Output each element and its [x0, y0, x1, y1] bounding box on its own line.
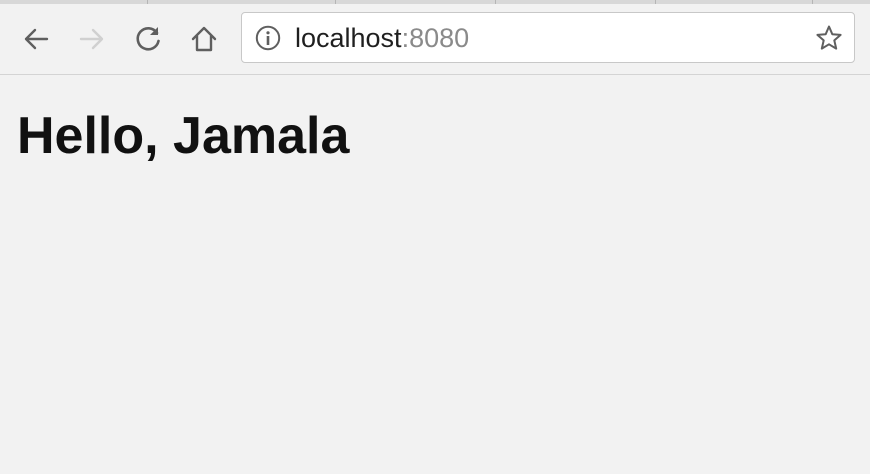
address-bar[interactable]: localhost:8080: [241, 12, 855, 63]
home-button[interactable]: [186, 21, 222, 57]
reload-button[interactable]: [130, 21, 166, 57]
browser-toolbar: localhost:8080: [0, 4, 870, 75]
page-heading: Hello, Jamala: [17, 107, 350, 165]
url-host: localhost: [295, 23, 402, 53]
home-icon: [191, 26, 217, 52]
page-content: Hello, Jamala: [0, 75, 870, 474]
site-info-icon[interactable]: [255, 25, 281, 51]
bookmark-button[interactable]: [814, 23, 844, 53]
reload-icon: [136, 26, 160, 51]
url-text[interactable]: localhost:8080: [295, 22, 469, 54]
bookmark-star-icon: [816, 25, 842, 50]
url-port: :8080: [401, 23, 470, 53]
forward-button[interactable]: [74, 21, 110, 57]
back-button[interactable]: [18, 21, 54, 57]
back-arrow-icon: [24, 28, 49, 50]
forward-arrow-icon: [79, 28, 104, 50]
